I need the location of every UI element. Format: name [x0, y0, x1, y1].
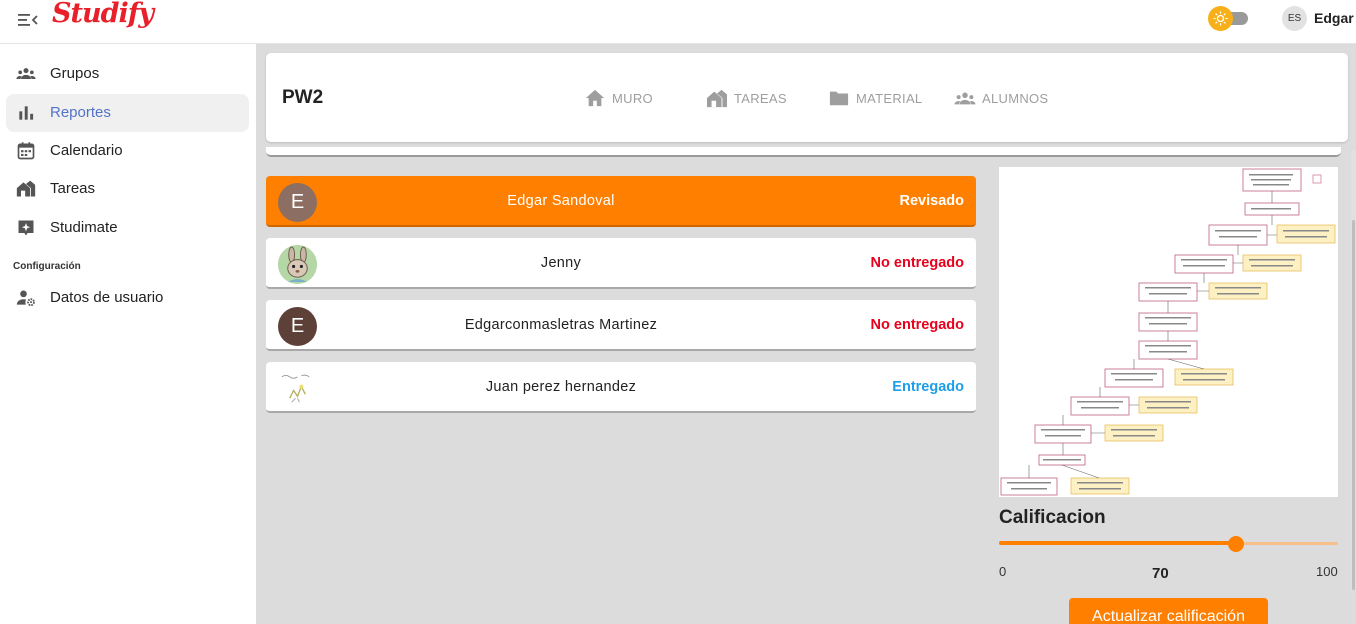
status-badge: Entregado [892, 379, 964, 395]
update-grade-button[interactable]: Actualizar calificación [1069, 598, 1268, 624]
slider-value-label: 70 [1152, 565, 1169, 582]
status-badge: Revisado [899, 193, 964, 209]
grade-title: Calificacion [999, 507, 1106, 528]
avatar: E [278, 307, 317, 346]
sun-icon [1208, 6, 1233, 31]
bar-chart-icon [19, 106, 34, 120]
status-badge: No entregado [870, 255, 964, 271]
main-content: PW2 MURO TAREAS MATERIAL ALUMNOS E Edgar… [256, 44, 1356, 624]
slider-thumb[interactable] [1228, 536, 1245, 552]
avatar: E [278, 183, 317, 222]
sidebar-item-studimate[interactable]: Studimate [6, 209, 249, 247]
sparkle-chat-icon [18, 220, 34, 236]
submission-row[interactable]: E Edgar Sandoval Revisado [266, 176, 976, 227]
rabbit-avatar-image [278, 245, 317, 284]
avatar: ES [1282, 5, 1307, 31]
sidebar-item-label: Calendario [50, 142, 123, 159]
homework-icon [16, 180, 36, 197]
homework-icon [707, 89, 727, 108]
tab-label: MURO [612, 90, 653, 106]
theme-toggle[interactable] [1208, 5, 1250, 31]
user-menu[interactable]: ES Edgar [1282, 4, 1354, 32]
scrollbar-thumb[interactable] [1352, 220, 1355, 590]
class-header: PW2 MURO TAREAS MATERIAL ALUMNOS [266, 53, 1348, 142]
student-name: Juan perez hernandez [485, 379, 637, 395]
menu-collapse-icon[interactable] [18, 10, 38, 30]
sidebar-item-label: Reportes [50, 104, 111, 121]
tab-material[interactable]: MATERIAL [828, 87, 922, 109]
folder-icon [829, 91, 849, 106]
slider-max-label: 100 [1316, 564, 1338, 579]
home-icon [585, 89, 605, 107]
tab-tareas[interactable]: TAREAS [706, 87, 787, 109]
top-bar: Studify ES Edgar [0, 0, 1356, 44]
tab-alumnos[interactable]: ALUMNOS [954, 87, 1048, 109]
student-name: Edgar Sandoval [507, 193, 615, 209]
sidebar: Grupos Reportes Calendario Tareas Studim… [0, 44, 256, 624]
grade-slider[interactable] [999, 535, 1338, 553]
sidebar-item-label: Studimate [50, 219, 118, 236]
slider-fill [999, 541, 1237, 545]
brand-logo[interactable]: Studify [52, 0, 154, 29]
sidebar-item-datos-de-usuario[interactable]: Datos de usuario [6, 279, 249, 317]
avatar [278, 245, 317, 284]
status-badge: No entregado [870, 317, 964, 333]
assignment-card-edge [266, 147, 1341, 157]
sidebar-section-label: Configuración [13, 261, 81, 272]
sidebar-item-reportes[interactable]: Reportes [6, 94, 249, 132]
tab-label: MATERIAL [856, 90, 923, 106]
sidebar-item-label: Datos de usuario [50, 289, 164, 306]
submission-row[interactable]: E Edgarconmasletras Martinez No entregad… [266, 300, 976, 351]
tab-label: TAREAS [734, 90, 787, 106]
sidebar-item-grupos[interactable]: Grupos [6, 55, 249, 93]
sketch-avatar-image [281, 374, 310, 403]
sidebar-item-tareas[interactable]: Tareas [6, 170, 249, 208]
tab-muro[interactable]: MURO [584, 87, 653, 109]
submission-preview[interactable] [999, 167, 1338, 497]
slider-min-label: 0 [999, 564, 1007, 579]
groups-icon [16, 68, 36, 79]
submission-row[interactable]: Juan perez hernandez Entregado [266, 362, 976, 413]
student-name: Edgarconmasletras Martinez [464, 317, 658, 333]
submission-row[interactable]: Jenny No entregado [266, 238, 976, 289]
tab-label: ALUMNOS [982, 90, 1049, 106]
class-title: PW2 [282, 87, 324, 108]
calendar-icon [17, 142, 35, 160]
user-name: Edgar [1314, 10, 1354, 26]
student-name: Jenny [540, 255, 582, 271]
flowchart-preview-image [999, 167, 1338, 497]
user-settings-icon [16, 290, 35, 307]
sidebar-item-label: Grupos [50, 65, 100, 82]
avatar [278, 369, 317, 408]
sidebar-item-label: Tareas [50, 180, 96, 197]
students-icon [954, 92, 976, 105]
sidebar-item-calendario[interactable]: Calendario [6, 132, 249, 170]
